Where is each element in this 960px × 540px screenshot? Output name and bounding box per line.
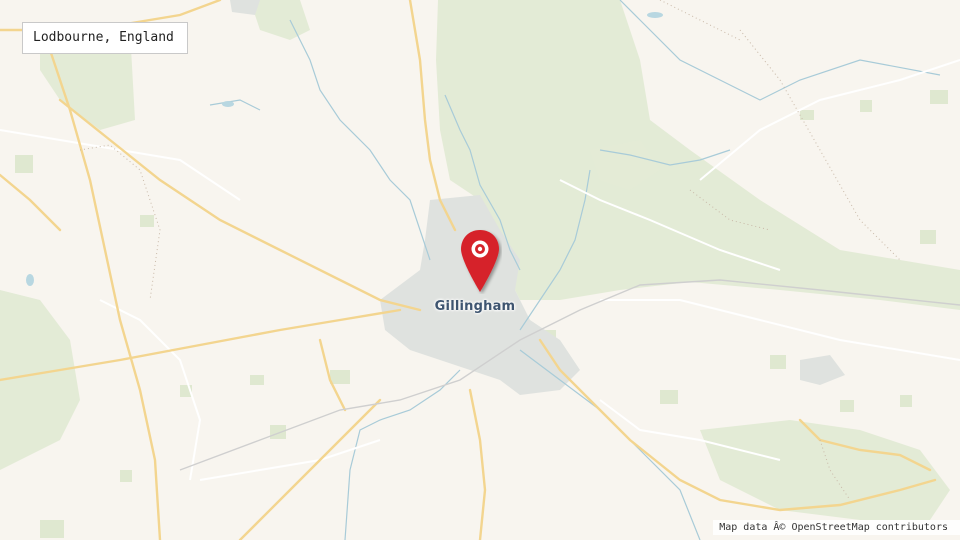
map-pin-icon[interactable] [458, 228, 502, 294]
place-label-gillingham[interactable]: Gillingham [430, 299, 520, 314]
map-view[interactable]: Lodbourne, England Gillingham Map data Â… [0, 0, 960, 540]
location-label: Lodbourne, England [33, 30, 174, 45]
location-label-box: Lodbourne, England [22, 22, 188, 54]
map-attribution: Map data Â© OpenStreetMap contributors [713, 520, 960, 535]
attribution-text[interactable]: Map data Â© OpenStreetMap contributors [719, 522, 948, 533]
